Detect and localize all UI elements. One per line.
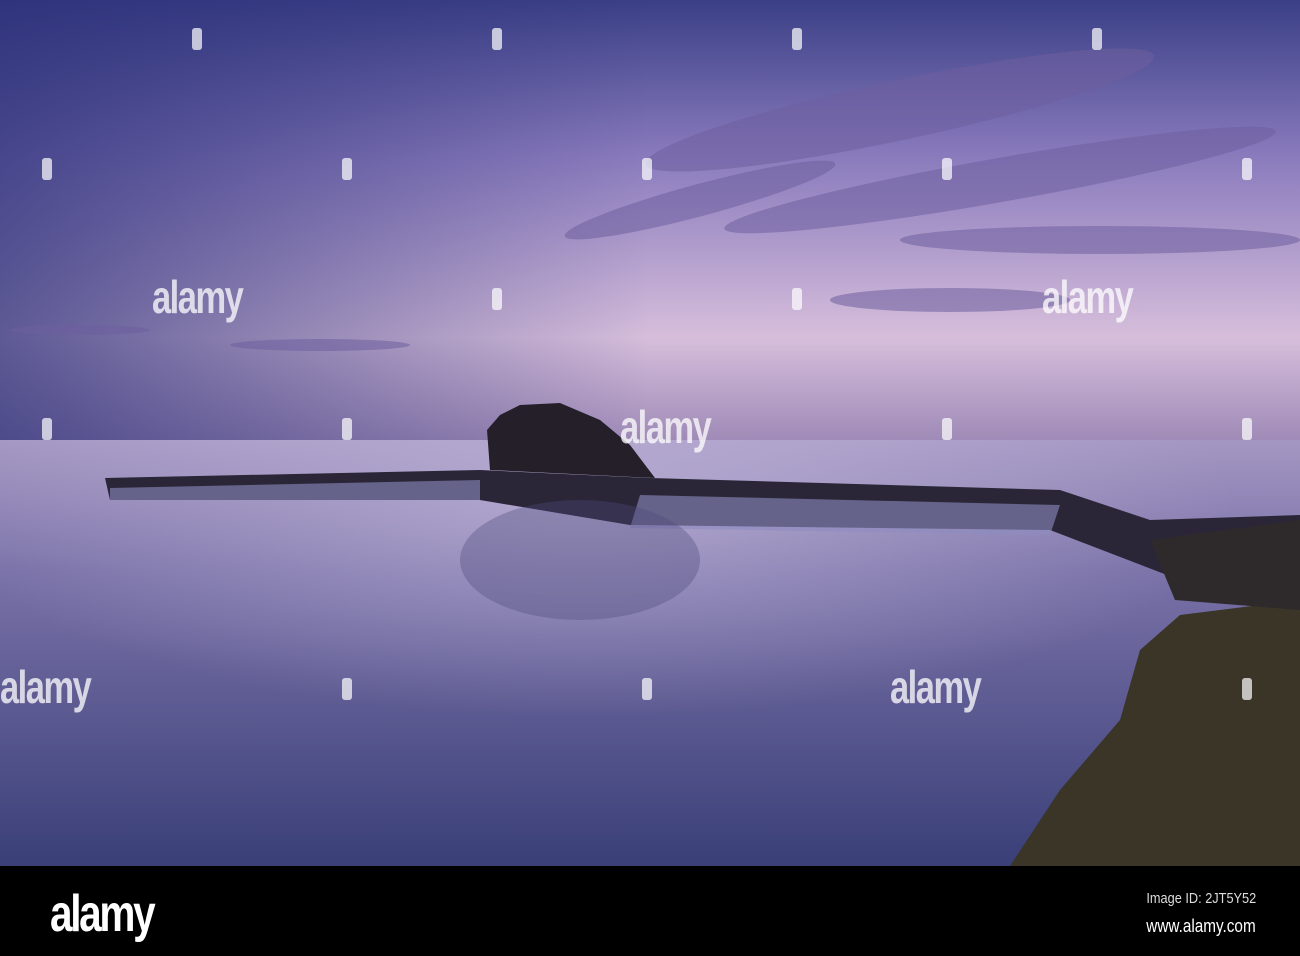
watermark-mark bbox=[342, 678, 352, 700]
watermark-mark bbox=[1092, 28, 1102, 50]
footer-bar: alamy Image ID: 2JT5Y52 www.alamy.com bbox=[0, 866, 1300, 956]
stock-photo: alamy alamy alamy alamy alamy alamy Imag… bbox=[0, 0, 1300, 956]
watermark-mark bbox=[492, 28, 502, 50]
watermark-mark bbox=[792, 288, 802, 310]
site-url: www.alamy.com bbox=[1146, 916, 1256, 936]
watermark-mark bbox=[942, 418, 952, 440]
watermark-mark bbox=[192, 28, 202, 50]
watermark: alamy bbox=[1042, 271, 1134, 323]
watermark-mark bbox=[342, 158, 352, 180]
watermark-mark bbox=[942, 158, 952, 180]
watermark: alamy bbox=[890, 661, 982, 713]
image-id: Image ID: 2JT5Y52 bbox=[1146, 890, 1256, 907]
watermark-mark bbox=[642, 158, 652, 180]
watermark-mark bbox=[792, 28, 802, 50]
alamy-logo: alamy bbox=[50, 885, 156, 943]
watermark-mark bbox=[1242, 158, 1252, 180]
watermark: alamy bbox=[152, 271, 244, 323]
watermark-mark bbox=[642, 678, 652, 700]
watermark-mark bbox=[1242, 678, 1252, 700]
watermark-mark bbox=[42, 418, 52, 440]
watermark: alamy bbox=[0, 661, 92, 713]
watermark-mark bbox=[492, 288, 502, 310]
watermark-mark bbox=[1242, 418, 1252, 440]
watermark: alamy bbox=[620, 401, 712, 453]
watermark-mark bbox=[342, 418, 352, 440]
watermark-mark bbox=[42, 158, 52, 180]
